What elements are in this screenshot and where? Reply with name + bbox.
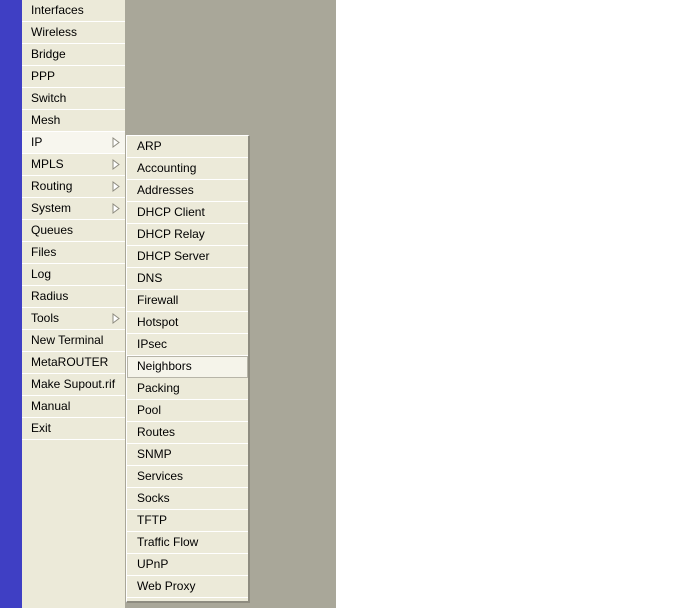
- submenu-item-packing[interactable]: Packing: [127, 378, 248, 400]
- menu-item-label: Bridge: [31, 47, 66, 61]
- submenu-item-web-proxy[interactable]: Web Proxy: [127, 576, 248, 598]
- side-stripe: [0, 0, 22, 608]
- menu-item-label: Wireless: [31, 25, 78, 39]
- submenu-item-label: DHCP Relay: [137, 227, 205, 241]
- submenu-item-neighbors[interactable]: Neighbors: [127, 356, 248, 378]
- menu-item-mesh[interactable]: Mesh: [22, 110, 125, 132]
- ip-submenu-list: ARP Accounting Addresses DHCP Client DHC…: [127, 136, 248, 598]
- submenu-item-label: TFTP: [137, 513, 167, 527]
- submenu-item-label: SNMP: [137, 447, 172, 461]
- menu-item-label: Radius: [31, 289, 69, 303]
- menu-item-routing[interactable]: Routing: [22, 176, 125, 198]
- menu-item-log[interactable]: Log: [22, 264, 125, 286]
- menu-item-files[interactable]: Files: [22, 242, 125, 264]
- submenu-item-dhcp-relay[interactable]: DHCP Relay: [127, 224, 248, 246]
- menu-item-radius[interactable]: Radius: [22, 286, 125, 308]
- submenu-arrow-icon: [112, 203, 120, 214]
- menu-item-label: MPLS: [31, 157, 64, 171]
- submenu-arrow-icon: [112, 159, 120, 170]
- menu-item-metarouter[interactable]: MetaROUTER: [22, 352, 125, 374]
- submenu-item-ipsec[interactable]: IPsec: [127, 334, 248, 356]
- main-menu: Interfaces Wireless Bridge PPP Switch Me…: [22, 0, 125, 608]
- submenu-item-label: DHCP Client: [137, 205, 205, 219]
- menu-item-mpls[interactable]: MPLS: [22, 154, 125, 176]
- submenu-item-label: Traffic Flow: [137, 535, 199, 549]
- menu-item-label: Log: [31, 267, 52, 281]
- menu-item-label: IP: [31, 135, 43, 149]
- submenu-item-routes[interactable]: Routes: [127, 422, 248, 444]
- submenu-item-upnp[interactable]: UPnP: [127, 554, 248, 576]
- menu-item-wireless[interactable]: Wireless: [22, 22, 125, 44]
- submenu-item-arp[interactable]: ARP: [127, 136, 248, 158]
- submenu-item-pool[interactable]: Pool: [127, 400, 248, 422]
- submenu-item-label: Socks: [137, 491, 170, 505]
- submenu-item-label: IPsec: [137, 337, 168, 351]
- menu-item-label: Interfaces: [31, 3, 84, 17]
- submenu-arrow-icon: [112, 137, 120, 148]
- submenu-item-dhcp-server[interactable]: DHCP Server: [127, 246, 248, 268]
- menu-item-queues[interactable]: Queues: [22, 220, 125, 242]
- menu-item-system[interactable]: System: [22, 198, 125, 220]
- menu-item-label: Queues: [31, 223, 74, 237]
- menu-item-label: Exit: [31, 421, 52, 435]
- menu-item-label: Routing: [31, 179, 73, 193]
- menu-item-ip[interactable]: IP: [22, 132, 125, 154]
- submenu-item-label: Services: [137, 469, 184, 483]
- menu-item-label: Switch: [31, 91, 67, 105]
- submenu-item-dhcp-client[interactable]: DHCP Client: [127, 202, 248, 224]
- menu-item-label: System: [31, 201, 72, 215]
- menu-item-label: Manual: [31, 399, 71, 413]
- menu-item-label: MetaROUTER: [31, 355, 109, 369]
- menu-item-label: Mesh: [31, 113, 61, 127]
- submenu-item-label: Pool: [137, 403, 162, 417]
- menu-item-make-supout[interactable]: Make Supout.rif: [22, 374, 125, 396]
- submenu-arrow-icon: [112, 181, 120, 192]
- submenu-item-label: Addresses: [137, 183, 194, 197]
- menu-item-exit[interactable]: Exit: [22, 418, 125, 440]
- submenu-item-dns[interactable]: DNS: [127, 268, 248, 290]
- submenu-item-socks[interactable]: Socks: [127, 488, 248, 510]
- submenu-item-tftp[interactable]: TFTP: [127, 510, 248, 532]
- submenu-item-snmp[interactable]: SNMP: [127, 444, 248, 466]
- submenu-item-hotspot[interactable]: Hotspot: [127, 312, 248, 334]
- submenu-item-label: DNS: [137, 271, 163, 285]
- main-menu-list: Interfaces Wireless Bridge PPP Switch Me…: [22, 0, 125, 440]
- submenu-item-label: Accounting: [137, 161, 197, 175]
- menu-item-tools[interactable]: Tools: [22, 308, 125, 330]
- submenu-item-label: Neighbors: [137, 359, 192, 373]
- submenu-item-label: ARP: [137, 139, 162, 153]
- menu-item-label: New Terminal: [31, 333, 104, 347]
- menu-item-label: Files: [31, 245, 57, 259]
- menu-item-switch[interactable]: Switch: [22, 88, 125, 110]
- menu-item-label: PPP: [31, 69, 56, 83]
- submenu-item-label: Web Proxy: [137, 579, 196, 593]
- submenu-item-label: Firewall: [137, 293, 179, 307]
- submenu-item-label: DHCP Server: [137, 249, 210, 263]
- submenu-item-accounting[interactable]: Accounting: [127, 158, 248, 180]
- menu-item-label: Tools: [31, 311, 60, 325]
- submenu-item-services[interactable]: Services: [127, 466, 248, 488]
- submenu-item-label: UPnP: [137, 557, 169, 571]
- menu-item-ppp[interactable]: PPP: [22, 66, 125, 88]
- submenu-arrow-icon: [112, 313, 120, 324]
- menu-item-label: Make Supout.rif: [31, 377, 116, 391]
- submenu-item-traffic-flow[interactable]: Traffic Flow: [127, 532, 248, 554]
- ip-submenu: ARP Accounting Addresses DHCP Client DHC…: [126, 135, 250, 603]
- menu-item-bridge[interactable]: Bridge: [22, 44, 125, 66]
- menu-item-new-terminal[interactable]: New Terminal: [22, 330, 125, 352]
- submenu-item-label: Packing: [137, 381, 180, 395]
- submenu-item-addresses[interactable]: Addresses: [127, 180, 248, 202]
- submenu-item-label: Routes: [137, 425, 176, 439]
- menu-item-manual[interactable]: Manual: [22, 396, 125, 418]
- submenu-item-label: Hotspot: [137, 315, 179, 329]
- submenu-item-firewall[interactable]: Firewall: [127, 290, 248, 312]
- menu-item-interfaces[interactable]: Interfaces: [22, 0, 125, 22]
